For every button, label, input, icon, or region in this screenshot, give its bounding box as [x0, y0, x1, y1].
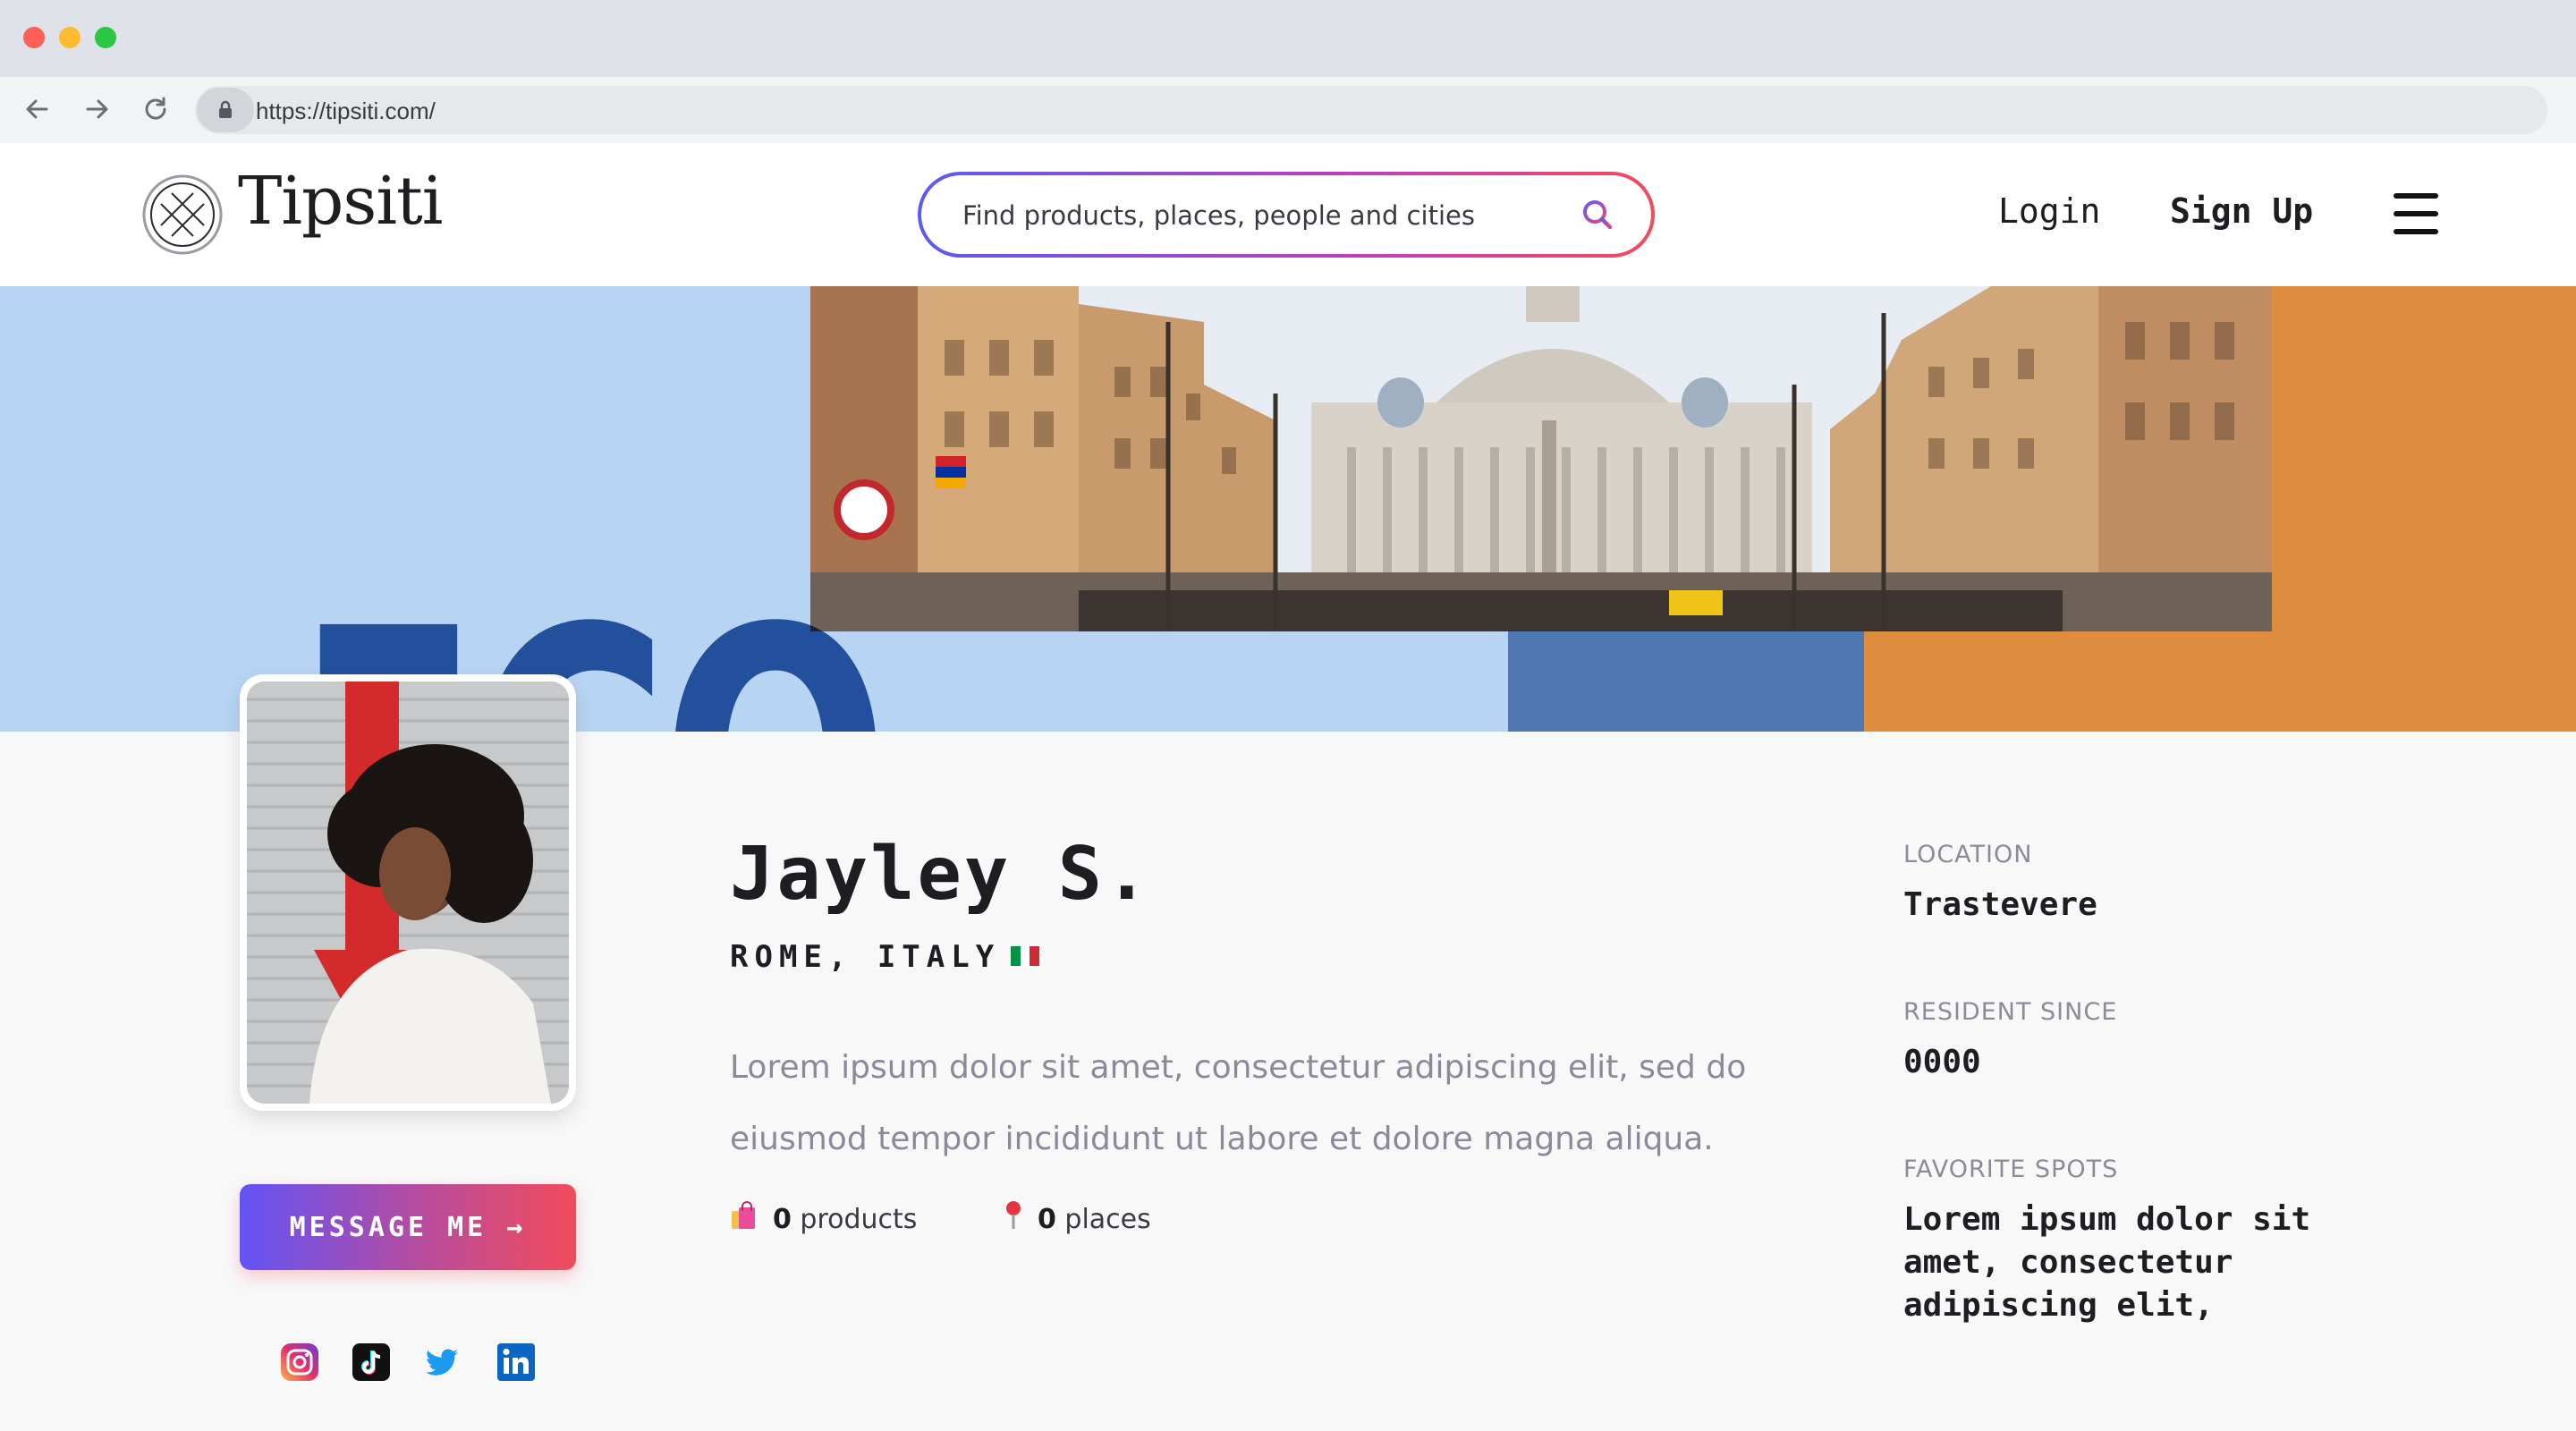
favorite-spots-value: Lorem ipsum dolor sit amet, consectetur …: [1903, 1201, 2311, 1324]
favorite-spots-label: FAVORITE SPOTS: [1903, 1156, 2119, 1183]
location-label: LOCATION: [1903, 841, 2033, 868]
brand-name[interactable]: Tipsiti: [238, 163, 443, 240]
hero-blue-strip: [1508, 631, 1864, 732]
avatar[interactable]: [247, 682, 569, 1104]
italy-flag-icon: [1011, 946, 1040, 966]
lock-icon: [197, 88, 254, 132]
linkedin-icon[interactable]: [496, 1342, 537, 1383]
hero-banner: FCO: [0, 286, 2576, 732]
twitter-icon[interactable]: [422, 1342, 463, 1383]
avatar-frame: [240, 674, 576, 1111]
logo-icon[interactable]: [141, 174, 224, 256]
browser-titlebar: [0, 0, 2576, 77]
rome-street-photo: [810, 286, 2272, 631]
reload-icon[interactable]: [138, 91, 174, 127]
message-me-button[interactable]: MESSAGE ME →: [240, 1184, 576, 1270]
profile-city: ROME, ITALY: [730, 939, 1001, 975]
forward-icon[interactable]: [79, 91, 114, 127]
profile-bio: Lorem ipsum dolor sit amet, consectetur …: [730, 1049, 1747, 1157]
places-count: 0: [1038, 1204, 1056, 1235]
products-label: products: [800, 1204, 918, 1235]
hamburger-menu-icon[interactable]: [2394, 193, 2438, 234]
close-window-button[interactable]: [23, 27, 45, 48]
search-box: [918, 172, 1655, 258]
resident-since-label: RESIDENT SINCE: [1903, 998, 2118, 1026]
map-pin-icon: [1006, 1201, 1021, 1229]
minimize-window-button[interactable]: [59, 27, 80, 48]
location-value: Trastevere: [1903, 886, 2097, 923]
profile-name: Jayley S.: [730, 832, 1152, 917]
tiktok-icon[interactable]: [351, 1342, 392, 1383]
search-icon[interactable]: [1580, 197, 1615, 233]
hero-orange-strip: [1864, 631, 2576, 732]
products-count: 0: [773, 1204, 792, 1235]
maximize-window-button[interactable]: [95, 27, 116, 48]
resident-since-value: 0000: [1903, 1044, 1981, 1080]
url-text: https://tipsiti.com/: [256, 97, 436, 124]
search-input[interactable]: [961, 175, 1537, 256]
site-header: Tipsiti Login Sign Up: [0, 143, 2576, 286]
places-label: places: [1064, 1204, 1151, 1235]
instagram-icon[interactable]: [279, 1342, 320, 1383]
browser-toolbar: https://tipsiti.com/: [0, 77, 2576, 145]
address-bar[interactable]: https://tipsiti.com/: [195, 86, 2547, 134]
back-icon[interactable]: [20, 91, 55, 127]
shopping-bags-icon: [732, 1201, 755, 1229]
signup-link[interactable]: Sign Up: [2170, 191, 2313, 231]
login-link[interactable]: Login: [1998, 191, 2100, 231]
